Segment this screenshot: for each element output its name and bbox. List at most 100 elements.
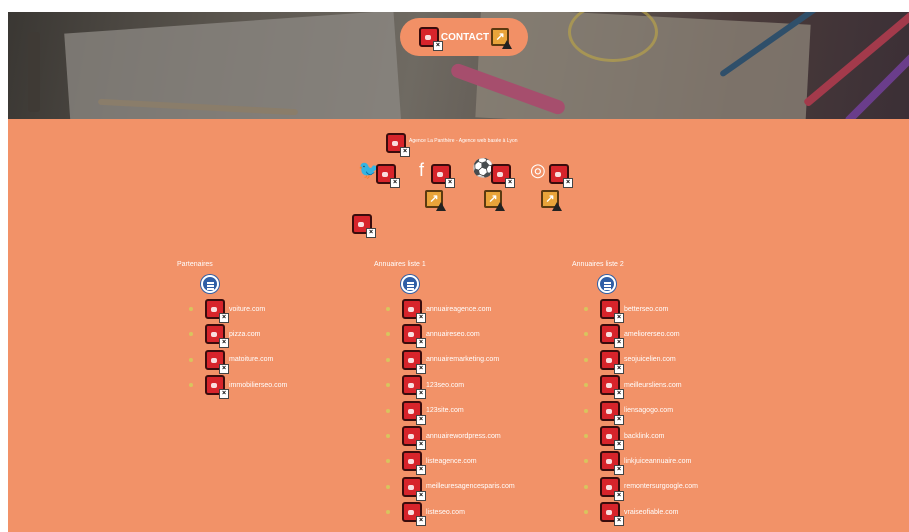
broken-image-icon: × (600, 400, 624, 425)
column-title-annuaires-1: Annuaires liste 1 (374, 261, 426, 268)
broken-image-icon[interactable]: × (431, 164, 455, 188)
broken-image-icon: × (402, 476, 426, 501)
footer-link-label: vraiseofiable.com (624, 508, 679, 516)
list-bullet (584, 357, 588, 362)
instagram-icon[interactable]: ◎ (530, 160, 546, 180)
footer-link[interactable]: × meilleursliens.com (584, 375, 682, 400)
footer-link[interactable]: × 123site.com (386, 400, 464, 425)
broken-image-icon: × (402, 426, 426, 450)
list-icon (201, 275, 219, 293)
list-bullet (386, 459, 390, 464)
broken-image-icon: × (600, 349, 624, 374)
broken-image-icon: × (402, 451, 426, 476)
list-bullet (189, 332, 193, 337)
list-bullet (189, 383, 193, 388)
broken-image-icon: × (402, 349, 426, 374)
footer-link[interactable]: × annuairemarketing.com (386, 349, 500, 374)
footer-link-label: pizza.com (229, 330, 261, 338)
footer-link-label: betterseo.com (624, 305, 669, 313)
broken-image-icon: × (600, 299, 624, 323)
footer-link[interactable]: × vraiseofiable.com (584, 502, 679, 527)
broken-image-icon: × (205, 375, 229, 400)
broken-image-icon[interactable]: × (549, 164, 573, 188)
broken-image-icon: × (600, 502, 624, 527)
footer-link-label: annuairemarketing.com (426, 356, 500, 364)
footer-link-label: backlink.com (624, 432, 665, 440)
list-bullet (584, 484, 588, 489)
footer-link-label: meilleursliens.com (624, 381, 682, 389)
hero-pen (802, 12, 909, 108)
broken-image-icon[interactable]: × (376, 164, 400, 188)
broken-image-icon: × (402, 299, 426, 323)
footer-link-label: meilleuresagencesparis.com (426, 483, 515, 491)
footer-link-label: immobilierseo.com (229, 381, 288, 389)
footer-link-label: annuairewordpress.com (426, 432, 501, 440)
footer-link[interactable]: × immobilierseo.com (189, 375, 288, 400)
broken-image-icon: × (600, 451, 624, 476)
footer-link[interactable]: × 123seo.com (386, 375, 465, 400)
footer-link[interactable]: × annuaireagence.com (386, 299, 492, 323)
broken-image-icon: × (600, 476, 624, 501)
footer-link[interactable]: × ameliorerseo.com (584, 324, 680, 349)
footer-link-label: matoiture.com (229, 356, 274, 364)
column-title-partenaires: Partenaires (177, 261, 213, 268)
list-bullet (189, 307, 193, 311)
footer-link-label: annuaireagence.com (426, 305, 492, 313)
broken-image-icon: × (402, 400, 426, 425)
footer-link[interactable]: × annuairewordpress.com (386, 426, 501, 450)
column-title-annuaires-2: Annuaires liste 2 (572, 261, 624, 268)
footer-link[interactable]: × liensagogo.com (584, 400, 674, 425)
broken-image-icon[interactable]: × (491, 164, 515, 188)
list-bullet (386, 383, 390, 388)
footer-link[interactable]: × linkjuiceannuaire.com (584, 451, 692, 476)
broken-image-icon: × (402, 375, 426, 400)
broken-image-icon: × (402, 324, 426, 349)
footer-link-label: annuaireseo.com (426, 330, 480, 338)
footer-link[interactable]: × backlink.com (584, 426, 665, 450)
external-link-icon: ↗ (484, 190, 505, 211)
broken-image-icon: × (205, 299, 229, 323)
footer-link-label: voiture.com (229, 305, 266, 313)
list-bullet (189, 357, 193, 362)
list-bullet (386, 484, 390, 489)
footer-link-label: remontersurgoogle.com (624, 483, 698, 491)
footer-link[interactable]: × remontersurgoogle.com (584, 476, 698, 501)
footer-link[interactable]: × listeseo.com (386, 502, 465, 527)
list-bullet (584, 459, 588, 464)
footer-link[interactable]: × seojuicelien.com (584, 349, 676, 374)
footer-link[interactable]: × voiture.com (189, 299, 266, 323)
broken-image-icon: × (402, 502, 426, 527)
footer-link-label: seojuicelien.com (624, 356, 676, 364)
broken-image-icon: × (205, 349, 229, 374)
broken-image-icon: × (418, 27, 443, 51)
footer-link[interactable]: × betterseo.com (584, 299, 669, 323)
footer-link-label: listeagence.com (426, 457, 477, 465)
external-link-icon: ↗ (491, 28, 513, 49)
list-bullet (584, 307, 588, 311)
list-bullet (386, 332, 390, 337)
facebook-icon[interactable]: f (419, 160, 424, 180)
contact-button[interactable]: × CONTACT ↗ (400, 18, 528, 56)
footer-link[interactable]: × listeagence.com (386, 451, 477, 476)
list-icon (401, 275, 419, 293)
footer-link[interactable]: × matoiture.com (189, 349, 274, 374)
broken-image-icon: × (352, 214, 376, 238)
list-bullet (386, 434, 390, 438)
footer-tagline: Agence La Panthère - Agence web basée à … (409, 138, 518, 144)
list-bullet (584, 332, 588, 337)
contact-label: CONTACT (440, 31, 490, 43)
hero-pen (28, 32, 40, 112)
footer-link-label: linkjuiceannuaire.com (624, 457, 692, 465)
list-bullet (386, 307, 390, 311)
footer-link[interactable]: × pizza.com (189, 324, 261, 349)
footer-link-label: liensagogo.com (624, 407, 674, 415)
footer-link-label: 123seo.com (426, 381, 465, 389)
footer-link-label: 123site.com (426, 407, 464, 415)
footer-link[interactable]: × meilleuresagencesparis.com (386, 476, 515, 501)
list-bullet (584, 408, 588, 413)
footer-link-label: listeseo.com (426, 508, 465, 516)
footer-link[interactable]: × annuaireseo.com (386, 324, 480, 349)
broken-image-icon: × (600, 375, 624, 400)
broken-image-icon: × (600, 324, 624, 349)
external-link-icon: ↗ (425, 190, 446, 211)
